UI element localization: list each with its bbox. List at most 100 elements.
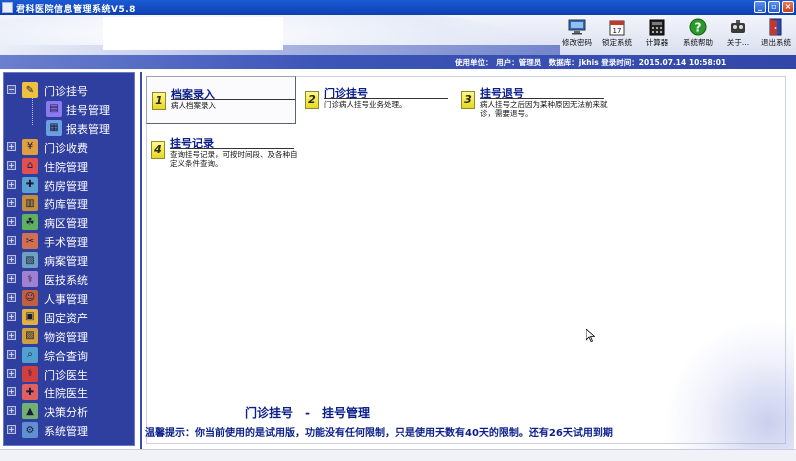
- sidebar-item-doctor[interactable]: + ⚕ 门诊医生: [4, 365, 136, 383]
- sidebar-item-system[interactable]: + ⚙ 系统管理: [4, 421, 136, 439]
- tile-outpatient-register[interactable]: 2 门诊挂号 门诊病人挂号业务处理。: [300, 76, 450, 124]
- expand-icon[interactable]: +: [7, 368, 16, 378]
- sidebar-item-label: 报表管理: [66, 122, 110, 136]
- maximize-button[interactable]: ▫: [768, 1, 780, 13]
- sidebar-item-assets[interactable]: + ▣ 固定资产: [4, 308, 136, 326]
- sidebar-item-label: 病区管理: [44, 217, 88, 231]
- tool-label: 退出系统: [761, 38, 791, 47]
- main-panel: 1 档案录入 病人档案录入 2 门诊挂号 门诊病人挂号业务处理。 3 挂号退号 …: [140, 72, 794, 449]
- sidebar-item-hospital[interactable]: + ⌂ 住院管理: [4, 157, 136, 175]
- inpatient-doctor-icon: ✚: [22, 384, 38, 401]
- tile-number-icon: 2: [305, 91, 319, 109]
- sidebar-item-register[interactable]: ▤ 挂号管理: [4, 100, 136, 118]
- sidebar-item-personnel[interactable]: + ☺ 人事管理: [4, 289, 136, 307]
- decorative-flower: [664, 319, 794, 449]
- sidebar-item-query[interactable]: + ⌕ 综合查询: [4, 346, 136, 364]
- sidebar-item-label: 固定资产: [44, 311, 88, 325]
- sidebar-item-medtech[interactable]: + ⚕ 医技系统: [4, 270, 136, 288]
- report-icon: ▦: [46, 119, 62, 136]
- medtech-icon: ⚕: [22, 271, 38, 287]
- window-title: 君科医院信息管理系统V5.8: [16, 5, 136, 15]
- sidebar-item-label: 医技系统: [44, 274, 88, 287]
- help-icon: ?: [688, 18, 708, 36]
- sidebar-item-report[interactable]: ▦ 报表管理: [4, 119, 136, 137]
- tile-description: 查询挂号记录，可按时间段、及各种自定义条件查询。: [170, 150, 298, 168]
- title-bar: 君科医院信息管理系统V5.8 _ ▫ ×: [0, 0, 796, 15]
- expand-icon[interactable]: +: [7, 349, 16, 359]
- expand-icon[interactable]: +: [7, 292, 16, 302]
- record-icon: ▧: [22, 252, 38, 269]
- tile-description: 病人挂号之后因为某种原因无法前来就诊，需要退号。: [480, 100, 608, 118]
- expand-icon[interactable]: +: [7, 141, 16, 151]
- exit-button[interactable]: 退出系统: [754, 18, 796, 48]
- svg-text:?: ?: [695, 21, 702, 35]
- calculator-icon: [647, 18, 667, 36]
- sidebar-item-label: 药房管理: [44, 179, 88, 193]
- tile-cancel-register[interactable]: 3 挂号退号 病人挂号之后因为某种原因无法前来就诊，需要退号。: [456, 76, 608, 124]
- tile-divider: [171, 99, 295, 100]
- expand-icon[interactable]: +: [7, 311, 16, 321]
- expand-icon[interactable]: +: [7, 425, 16, 435]
- expand-icon[interactable]: +: [7, 255, 16, 265]
- trial-notice: 温馨提示：你当前使用的是试用版，功能没有任何限制，只是使用天数有40天的限制。还…: [145, 428, 613, 439]
- expand-icon[interactable]: +: [7, 274, 16, 283]
- sidebar-item-pharmacy[interactable]: + ✚ 药房管理: [4, 176, 136, 194]
- cash-icon: ¥: [22, 138, 38, 155]
- calendar-lock-icon: 17: [607, 18, 627, 36]
- materials-icon: ▨: [22, 327, 38, 344]
- sidebar-item-label: 住院医生: [44, 387, 88, 401]
- sidebar-item-label: 物资管理: [44, 330, 88, 344]
- sidebar-item-surgery[interactable]: + ✂ 手术管理: [4, 232, 136, 250]
- sidebar-item-materials[interactable]: + ▨ 物资管理: [4, 327, 136, 345]
- tile-description: 门诊病人挂号业务处理。: [324, 100, 407, 109]
- expand-icon[interactable]: +: [7, 236, 16, 246]
- ward-icon: ☘: [22, 214, 38, 231]
- sidebar-item-cash[interactable]: + ¥ 门诊收费: [4, 138, 136, 156]
- assets-icon: ▣: [22, 308, 38, 325]
- expand-icon[interactable]: +: [7, 217, 16, 227]
- sidebar-item-label: 人事管理: [44, 292, 88, 306]
- tile-number-icon: 3: [461, 91, 475, 109]
- sidebar-item-label: 综合查询: [44, 349, 88, 363]
- sidebar-item-warehouse[interactable]: + ▥ 药库管理: [4, 194, 136, 212]
- session-info: 使用单位： 用户：管理员 数据库：jkhis 登录时间：2015.07.14 1…: [455, 58, 727, 67]
- sidebar-item-label: 系统管理: [44, 425, 88, 439]
- close-button[interactable]: ×: [782, 1, 794, 13]
- sidebar-item-label: 门诊收费: [44, 141, 88, 155]
- hospital-icon: ⌂: [22, 157, 38, 174]
- expand-icon[interactable]: +: [7, 179, 16, 189]
- sidebar-item-clipboard[interactable]: − ✎ 门诊挂号: [4, 81, 136, 99]
- sidebar-item-label: 挂号管理: [66, 103, 110, 117]
- doctor-icon: ⚕: [22, 365, 38, 382]
- app-icon: [2, 2, 13, 13]
- query-icon: ⌕: [22, 346, 38, 363]
- expand-icon[interactable]: +: [7, 198, 16, 208]
- exit-door-icon: [766, 18, 786, 36]
- mouse-cursor-icon: [586, 329, 595, 342]
- tile-register-history[interactable]: 4 挂号记录 查询挂号记录，可按时间段、及各种自定义条件查询。: [146, 126, 298, 174]
- tile-divider: [480, 98, 604, 99]
- sidebar-item-inpatient-doctor[interactable]: + ✚ 住院医生: [4, 383, 136, 401]
- tile-divider: [324, 98, 448, 99]
- sidebar-item-label: 药库管理: [44, 198, 88, 212]
- expand-icon[interactable]: +: [7, 406, 16, 416]
- sidebar-item-label: 决策分析: [44, 406, 88, 420]
- collapse-icon[interactable]: −: [7, 85, 16, 94]
- minimize-button[interactable]: _: [754, 1, 766, 13]
- svg-text:17: 17: [613, 27, 622, 35]
- clipboard-icon: ✎: [22, 82, 38, 98]
- status-strip: [0, 449, 796, 461]
- expand-icon[interactable]: +: [7, 160, 16, 170]
- header-banner: 修改密码 17 锁定系统 计算器 ? 系统帮助 关于... 退出系统: [0, 15, 796, 55]
- sidebar-item-record[interactable]: + ▧ 病案管理: [4, 251, 136, 269]
- expand-icon[interactable]: +: [7, 387, 16, 397]
- about-icon: [728, 18, 748, 36]
- sidebar-item-ward[interactable]: + ☘ 病区管理: [4, 213, 136, 231]
- tile-record-entry[interactable]: 1 档案录入 病人档案录入: [146, 76, 296, 124]
- session-info-bar: 使用单位： 用户：管理员 数据库：jkhis 登录时间：2015.07.14 1…: [0, 55, 796, 69]
- logo-area: [103, 17, 283, 50]
- register-icon: ▤: [46, 100, 62, 117]
- expand-icon[interactable]: +: [7, 330, 16, 340]
- sidebar-item-analysis[interactable]: + ▲ 决策分析: [4, 402, 136, 420]
- sidebar-item-label: 病案管理: [44, 255, 88, 269]
